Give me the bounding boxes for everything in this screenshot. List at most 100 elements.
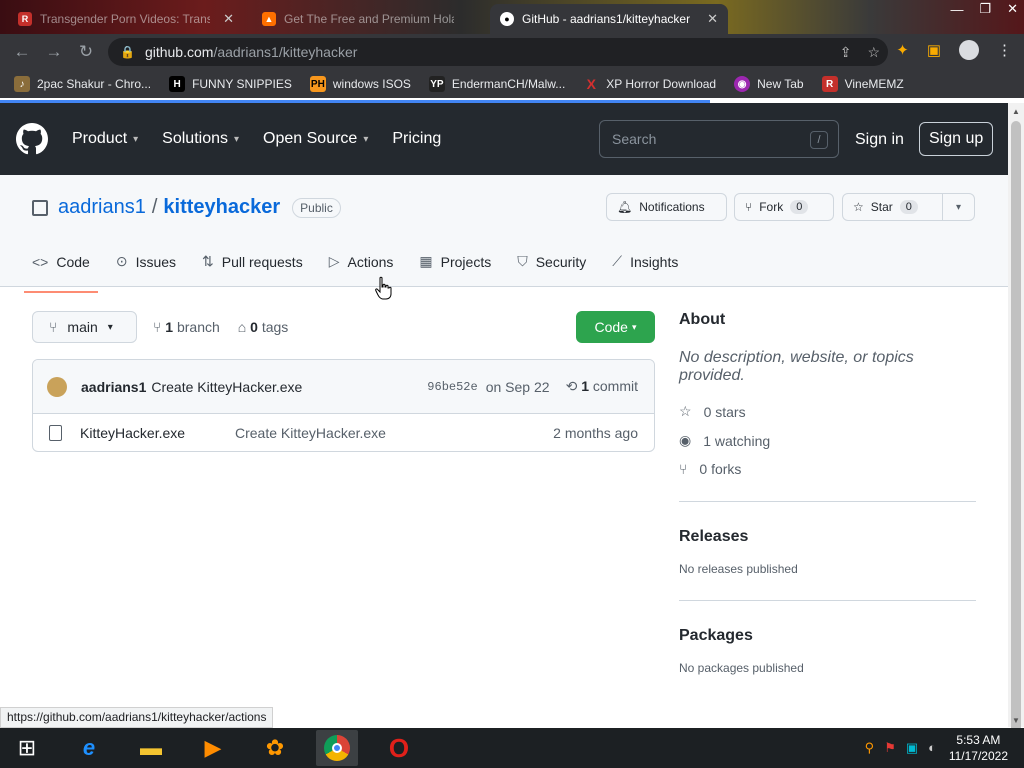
close-tab-icon[interactable]: ✕ [223,11,234,27]
file-browser: aadrians1 Create KitteyHacker.exe 96be52… [32,359,655,452]
branches-link[interactable]: ⑂ 1 branch [153,319,220,335]
nav-solutions[interactable]: Solutions ▾ [162,130,239,148]
reload-icon[interactable]: ↻ [70,42,102,62]
avatar[interactable] [47,376,67,397]
star-label: Star [870,200,893,214]
tags-link[interactable]: ⌂ 0 tags [238,319,289,335]
maximize-icon[interactable]: ❐ [979,1,991,17]
star-button[interactable]: ☆ Star 0 ▾ [842,193,975,221]
bookmark-item[interactable]: ♪ 2pac Shakur - Chro... [14,76,151,92]
releases-heading[interactable]: Releases [679,528,976,546]
address-bar[interactable]: 🔒 github.com/aadrians1/kitteyhacker ⇪ ☆ [108,38,888,66]
commit-message[interactable]: Create KitteyHacker.exe [151,379,302,395]
nav-open-source[interactable]: Open Source ▾ [263,130,368,148]
close-tab-icon[interactable]: ✕ [707,11,718,27]
browser-tab-1[interactable]: R Transgender Porn Videos: Trans... ✕ [8,4,244,34]
scrollbar-thumb[interactable] [1011,121,1021,733]
shield-icon: ⛉ [517,253,528,269]
search-icon[interactable]: ⚲ [865,740,875,756]
tab-title: Transgender Porn Videos: Trans... [40,12,210,26]
github-header: Product ▾ Solutions ▾ Open Source ▾ Pricing… [0,103,1008,175]
browser-tab-2[interactable]: ▲ Get The Free and Premium Hola ... [252,4,488,34]
tab-security[interactable]: ⛉ Security [517,253,586,270]
commit-count: 1 [581,378,589,394]
tab-projects[interactable]: ▦ Projects [419,253,491,270]
fork-label: Fork [759,200,784,214]
code-dropdown-button[interactable]: Code ▾ [576,311,655,343]
repo-title: aadrians1 / kitteyhacker Public [32,196,341,219]
profile-avatar[interactable] [959,40,979,60]
display-icon[interactable]: ▣ [906,740,918,756]
repo-name-link[interactable]: kitteyhacker [163,196,280,219]
close-window-icon[interactable]: ✕ [1007,1,1018,17]
fork-count: 0 [790,200,809,214]
tab-title: GitHub - aadrians1/kitteyhacker [522,12,691,26]
scroll-down-icon[interactable]: ▼ [1012,716,1020,725]
bookmark-item[interactable]: YP EndermanCH/Malw... [428,76,565,92]
extensions-icon[interactable]: ✦ [896,41,909,59]
github-logo-icon[interactable] [16,123,48,155]
tab-pull-requests[interactable]: ⇅ Pull requests [202,253,303,270]
bookmark-item[interactable]: ◉ New Tab [734,76,804,92]
about-heading: About [679,311,726,328]
tab-insights[interactable]: ⟋ Insights [612,253,678,270]
tab-issues[interactable]: ⊙ Issues [116,253,176,270]
commits-link[interactable]: ⟲ 1 commit [566,378,638,395]
commit-sha[interactable]: 96be52e [427,380,477,394]
fork-button[interactable]: ⑂ Fork 0 [734,193,834,221]
internet-explorer-icon[interactable]: e [68,730,110,766]
star-dropdown-chevron-icon[interactable]: ▾ [942,194,974,220]
bookmark-label: New Tab [757,77,804,91]
github-main-nav: Product ▾ Solutions ▾ Open Source ▾ Pricing [72,130,441,148]
commit-author[interactable]: aadrians1 [81,379,146,395]
notifications-button[interactable]: 🔔︎ Notifications [606,193,727,221]
bookmark-star-icon[interactable]: ☆ [867,44,880,61]
bookmark-item[interactable]: X XP Horror Download [583,76,717,92]
forward-icon[interactable]: → [38,42,70,62]
windows-start-icon[interactable]: ⊞ [6,730,48,766]
window-controls: — ❐ ✕ [950,0,1018,18]
scroll-up-icon[interactable]: ▲ [1012,107,1020,116]
opera-icon[interactable]: O [378,730,420,766]
watchers-link[interactable]: ◉ 1 watching [679,432,976,449]
nav-pricing[interactable]: Pricing [392,130,441,148]
uc-browser-icon[interactable]: ✿ [254,730,296,766]
file-name-link[interactable]: KitteyHacker.exe [80,425,235,441]
tab-code[interactable]: <> Code [24,253,98,293]
page-scrollbar[interactable]: ▲ ▼ [1008,103,1024,733]
taskbar-clock[interactable]: 5:53 AM 11/17/2022 [949,732,1008,764]
bookmark-item[interactable]: H FUNNY SNIPPIES [169,76,292,92]
branch-select-button[interactable]: ⑂ main ▾ [32,311,137,343]
sign-in-link[interactable]: Sign in [855,131,904,149]
stars-link[interactable]: ☆ 0 stars [679,403,976,420]
forks-link[interactable]: ⑂ 0 forks [679,461,976,477]
bookmark-item[interactable]: R VineMEMZ [821,76,904,92]
side-panel-icon[interactable]: ▣ [927,41,941,59]
back-icon[interactable]: ← [6,42,38,62]
sign-up-button[interactable]: Sign up [919,122,994,156]
menu-icon[interactable]: ⋮ [997,41,1012,59]
search-shortcut-key: / [810,131,828,149]
url-path: /aadrians1/kitteyhacker [213,44,358,60]
table-icon: ▦ [419,253,433,269]
search-input[interactable]: Search / [599,120,839,158]
tag-icon: ⌂ [237,319,247,335]
nav-product[interactable]: Product ▾ [72,130,138,148]
volume-icon[interactable]: ◐ [928,740,936,756]
divider [679,501,976,502]
bookmark-item[interactable]: PH windows ISOS [309,76,411,92]
chrome-icon[interactable] [316,730,358,766]
visibility-badge: Public [292,197,341,218]
tab-actions[interactable]: ▷ Actions [329,253,394,270]
bookmark-label: 2pac Shakur - Chro... [37,77,152,91]
branch-icon: ⑂ [49,319,58,335]
media-player-icon[interactable]: ▶ [192,730,234,766]
minimize-icon[interactable]: — [950,2,963,17]
file-explorer-icon[interactable]: ▬ [130,730,172,766]
browser-tab-active[interactable]: ● GitHub - aadrians1/kitteyhacker ✕ [490,4,728,34]
packages-heading[interactable]: Packages [679,627,976,645]
share-icon[interactable]: ⇪ [840,44,852,61]
repo-owner-link[interactable]: aadrians1 [58,196,146,219]
file-commit-message[interactable]: Create KitteyHacker.exe [235,425,386,441]
flag-icon[interactable]: ⚑ [884,740,896,756]
